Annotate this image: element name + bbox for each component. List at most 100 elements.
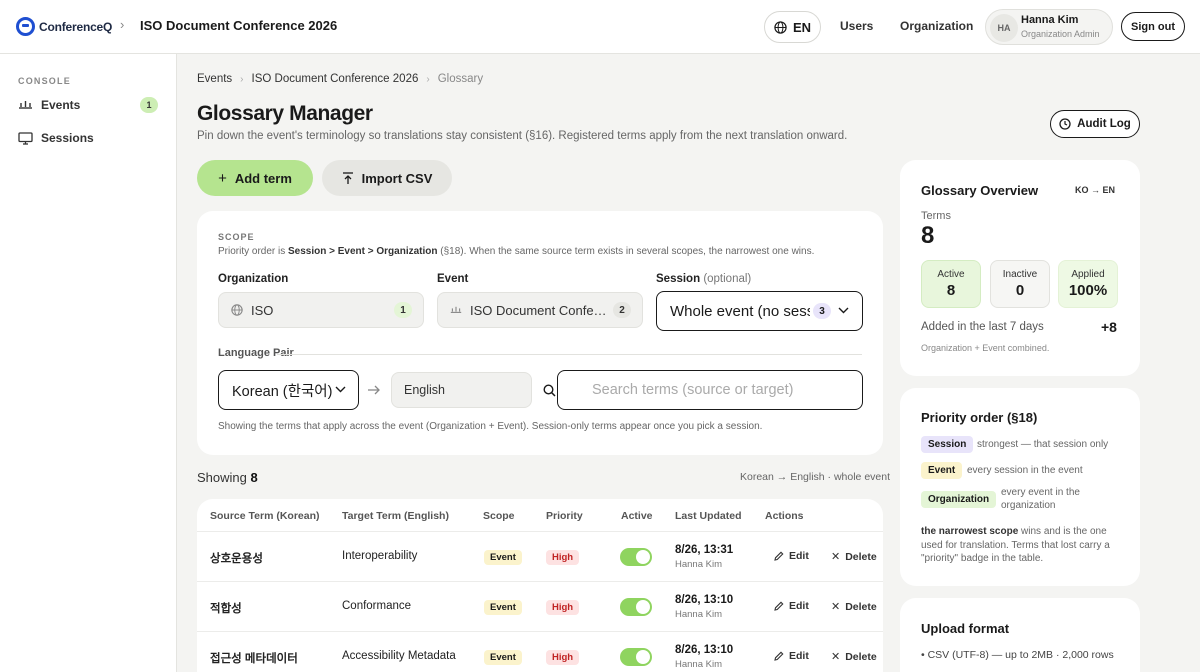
breadcrumb-events[interactable]: Events — [197, 73, 232, 85]
nav-users[interactable]: Users — [840, 19, 873, 33]
event-scope-desc: every session in the event — [967, 465, 1083, 476]
event-select[interactable]: ISO Document Confe… 2 — [437, 292, 643, 328]
add-term-button[interactable]: + Add term — [197, 160, 313, 196]
source-language-select[interactable]: Korean (한국어) — [218, 370, 359, 410]
stat-inactive: Inactive 0 — [990, 260, 1050, 308]
column-header[interactable]: Active — [621, 510, 653, 522]
upload-title: Upload format — [921, 621, 1010, 636]
column-header[interactable]: Target Term (English) — [342, 510, 449, 522]
import-csv-button[interactable]: Import CSV — [322, 160, 452, 196]
search-input[interactable] — [557, 370, 863, 410]
scope-note-suffix: (§18). When the same source term exists … — [437, 246, 815, 257]
chevron-right-icon: › — [426, 73, 430, 85]
stat-label: Active — [937, 269, 965, 280]
add-term-label: Add term — [234, 170, 292, 186]
session-value: Whole event (no sessi — [670, 302, 810, 320]
glossary-table: Source Term (Korean) Target Term (Englis… — [197, 499, 883, 672]
delete-button[interactable]: ✕ Delete — [831, 550, 877, 564]
column-header[interactable]: Last Updated — [675, 510, 742, 522]
active-toggle[interactable] — [620, 648, 652, 666]
terms-value: 8 — [921, 222, 935, 249]
scope-note-order: Session > Event > Organization — [288, 246, 438, 257]
sidebar-item-sessions[interactable]: Sessions — [18, 131, 158, 145]
scope-note: Priority order is Session > Event > Orga… — [218, 246, 814, 257]
added-recent-label: Added in the last 7 days — [921, 321, 1044, 333]
delete-button[interactable]: ✕ Delete — [831, 650, 877, 664]
session-scope-desc: strongest — that session only — [977, 439, 1109, 450]
column-header[interactable]: Scope — [483, 510, 515, 522]
pencil-icon — [774, 651, 784, 661]
edit-button[interactable]: Edit — [774, 550, 809, 562]
plus-icon: + — [218, 169, 227, 187]
session-select[interactable]: Whole event (no sessi 3 — [656, 291, 863, 331]
chevron-right-icon: › — [240, 73, 244, 85]
globe-icon — [231, 304, 243, 316]
page-subtitle: Pin down the event's terminology so tran… — [197, 130, 848, 142]
language-pair-badge: KO → EN — [1075, 185, 1116, 195]
chevron-down-icon — [335, 386, 346, 393]
language-label: EN — [792, 19, 812, 35]
audit-log-button[interactable]: Audit Log — [1050, 110, 1140, 138]
nav-organization[interactable]: Organization — [900, 19, 973, 33]
language-pair-label: Language Pair — [218, 347, 294, 359]
close-icon: ✕ — [831, 601, 841, 613]
updated-user: Hanna Kim — [675, 559, 722, 570]
updated-date: 8/26, 13:10 — [675, 644, 734, 656]
delete-button[interactable]: ✕ Delete — [831, 600, 877, 614]
audit-log-label: Audit Log — [1077, 118, 1131, 130]
scope-section-label: SCOPE — [218, 232, 255, 242]
scope-badge: Event — [484, 550, 522, 565]
logo-text: ConferenceQ — [39, 19, 113, 34]
session-optional: (optional) — [703, 273, 752, 285]
target-term: Accessibility Metadata — [342, 650, 456, 662]
table-row: 상호운용성 Interoperability Event High 8/26, … — [197, 531, 883, 581]
priority-note-bold: the narrowest scope — [921, 526, 1019, 537]
sidebar-item-events[interactable]: Events 1 — [18, 97, 158, 113]
language-button[interactable]: EN — [764, 11, 821, 43]
event-value: ISO Document Confe… — [470, 302, 607, 318]
column-header[interactable]: Source Term (Korean) — [210, 510, 320, 522]
combined-note: Organization + Event combined. — [921, 343, 1050, 353]
target-language-value: English — [404, 383, 445, 397]
updated-date: 8/26, 13:31 — [675, 544, 734, 556]
sidebar-section-label: CONSOLE — [18, 76, 71, 86]
priority-badge: High — [546, 650, 580, 665]
edit-label: Edit — [789, 600, 809, 612]
active-toggle[interactable] — [620, 598, 652, 616]
glossary-overview-card: Glossary Overview KO → EN Terms 8 Active… — [900, 160, 1140, 376]
upload-format-text: CSV (UTF-8) — up to 2MB · 2,000 rows — [927, 649, 1114, 661]
target-language-select[interactable]: English — [391, 372, 532, 408]
sign-out-button[interactable]: Sign out — [1121, 12, 1185, 41]
updated-user: Hanna Kim — [675, 609, 722, 620]
chevron-right-icon: › — [120, 17, 125, 32]
terms-label: Terms — [921, 210, 951, 222]
target-term: Conformance — [342, 600, 412, 612]
stat-label: Applied — [1071, 269, 1105, 280]
logo-icon — [16, 17, 35, 36]
globe-icon — [774, 20, 787, 34]
user-menu[interactable]: HA Hanna Kim Organization Admin — [985, 9, 1113, 45]
source-term: 접근성 메타데이터 — [210, 653, 298, 665]
stat-applied: Applied 100% — [1058, 260, 1118, 308]
delete-label: Delete — [845, 550, 877, 563]
updated-user: Hanna Kim — [675, 659, 722, 670]
breadcrumb-conference[interactable]: ISO Document Conference 2026 — [252, 73, 419, 85]
organization-select[interactable]: ISO 1 — [218, 292, 424, 328]
session-label: Session (optional) — [656, 273, 751, 285]
breadcrumb: Events › ISO Document Conference 2026 › … — [197, 73, 483, 85]
session-label-text: Session — [656, 273, 701, 285]
active-toggle[interactable] — [620, 548, 652, 566]
scope-badge: Event — [484, 600, 522, 615]
logo[interactable]: ConferenceQ — [16, 17, 112, 36]
top-bar: ConferenceQ › ISO Document Conference 20… — [0, 0, 1200, 54]
upload-format-item: • CSV (UTF-8) — up to 2MB · 2,000 rows — [921, 649, 1114, 661]
updated-date: 8/26, 13:10 — [675, 594, 734, 606]
source-language-value: Korean (한국어) — [232, 383, 333, 400]
events-count-badge: 1 — [140, 97, 158, 113]
source-term: 적합성 — [210, 603, 242, 615]
edit-button[interactable]: Edit — [774, 600, 809, 612]
breadcrumb-current: Glossary — [437, 73, 484, 85]
edit-label: Edit — [789, 550, 809, 562]
column-header[interactable]: Priority — [546, 510, 583, 522]
edit-button[interactable]: Edit — [774, 650, 809, 662]
